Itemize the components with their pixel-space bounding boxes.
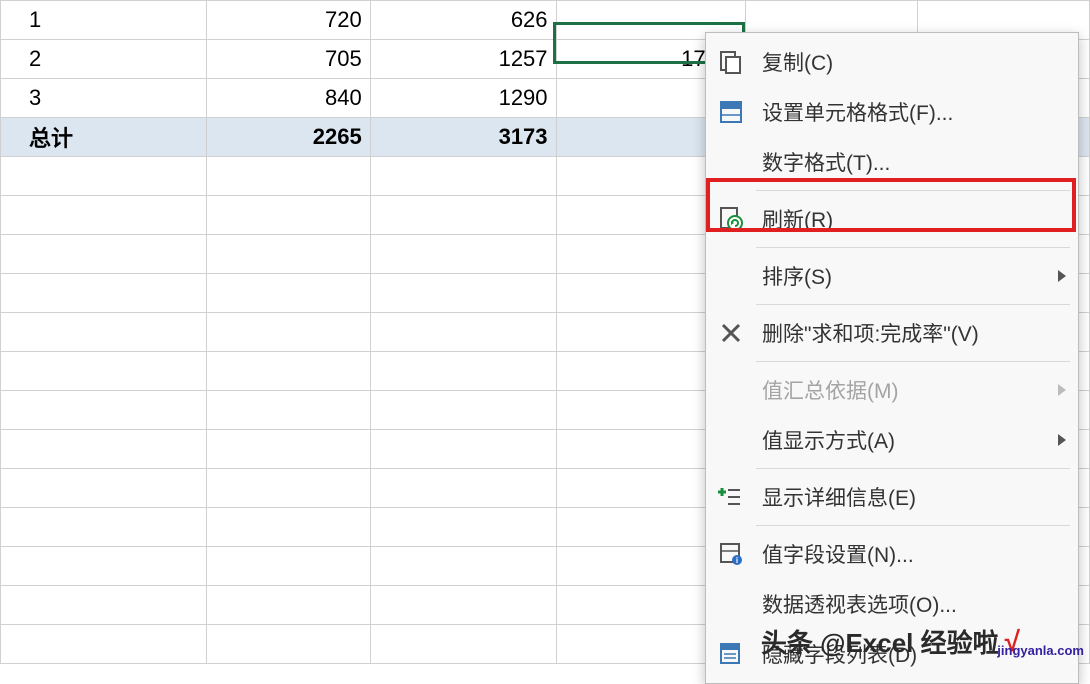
cell[interactable]: 1257 [370, 40, 556, 79]
menu-label: 排序(S) [762, 261, 1058, 291]
submenu-arrow-icon [1058, 270, 1066, 282]
row-label[interactable]: 2 [1, 40, 207, 79]
blank-icon [714, 259, 748, 293]
format-cells-icon [714, 95, 748, 129]
menu-show-values-as[interactable]: 值显示方式(A) [706, 415, 1078, 465]
menu-hide-field-list[interactable]: 隐藏字段列表(D) [706, 629, 1078, 679]
row-label[interactable]: 1 [1, 1, 207, 40]
menu-refresh[interactable]: 刷新(R) [706, 194, 1078, 244]
delete-icon [714, 316, 748, 350]
cell[interactable]: 840 [206, 79, 370, 118]
menu-separator [756, 190, 1070, 191]
menu-label: 数据透视表选项(O)... [762, 589, 1066, 619]
cell[interactable]: 2265 [206, 118, 370, 157]
copy-icon [714, 45, 748, 79]
menu-remove[interactable]: 删除"求和项:完成率"(V) [706, 308, 1078, 358]
cell[interactable]: 3173 [370, 118, 556, 157]
menu-pivot-options[interactable]: 数据透视表选项(O)... [706, 579, 1078, 629]
field-settings-icon: i [714, 537, 748, 571]
show-detail-icon [714, 480, 748, 514]
field-list-icon [714, 637, 748, 671]
blank-icon [714, 145, 748, 179]
menu-sort[interactable]: 排序(S) [706, 251, 1078, 301]
menu-separator [756, 468, 1070, 469]
menu-show-details[interactable]: 显示详细信息(E) [706, 472, 1078, 522]
menu-separator [756, 525, 1070, 526]
blank-icon [714, 587, 748, 621]
menu-label: 值字段设置(N)... [762, 539, 1066, 569]
menu-label: 设置单元格格式(F)... [762, 97, 1066, 127]
totals-label[interactable]: 总计 [1, 118, 207, 157]
blank-icon [714, 423, 748, 457]
menu-separator [756, 247, 1070, 248]
refresh-icon [714, 202, 748, 236]
submenu-arrow-icon [1058, 384, 1066, 396]
menu-label: 值显示方式(A) [762, 425, 1058, 455]
row-label[interactable]: 3 [1, 79, 207, 118]
menu-label: 显示详细信息(E) [762, 482, 1066, 512]
menu-separator [756, 361, 1070, 362]
menu-label: 删除"求和项:完成率"(V) [762, 318, 1066, 348]
context-menu: 复制(C) 设置单元格格式(F)... 数字格式(T)... 刷新(R) 排序(… [705, 32, 1079, 684]
submenu-arrow-icon [1058, 434, 1066, 446]
svg-text:i: i [736, 556, 738, 565]
menu-label: 隐藏字段列表(D) [762, 639, 1066, 669]
menu-label: 复制(C) [762, 47, 1066, 77]
menu-value-field-settings[interactable]: i 值字段设置(N)... [706, 529, 1078, 579]
blank-icon [714, 373, 748, 407]
cell[interactable]: 705 [206, 40, 370, 79]
menu-summary-by[interactable]: 值汇总依据(M) [706, 365, 1078, 415]
menu-format-cells[interactable]: 设置单元格格式(F)... [706, 87, 1078, 137]
menu-copy[interactable]: 复制(C) [706, 37, 1078, 87]
menu-number-format[interactable]: 数字格式(T)... [706, 137, 1078, 187]
menu-label: 值汇总依据(M) [762, 375, 1058, 405]
menu-separator [756, 304, 1070, 305]
menu-label: 数字格式(T)... [762, 147, 1066, 177]
cell[interactable]: 1290 [370, 79, 556, 118]
menu-label: 刷新(R) [762, 204, 1066, 234]
cell[interactable]: 626 [370, 1, 556, 40]
cell[interactable]: 720 [206, 1, 370, 40]
